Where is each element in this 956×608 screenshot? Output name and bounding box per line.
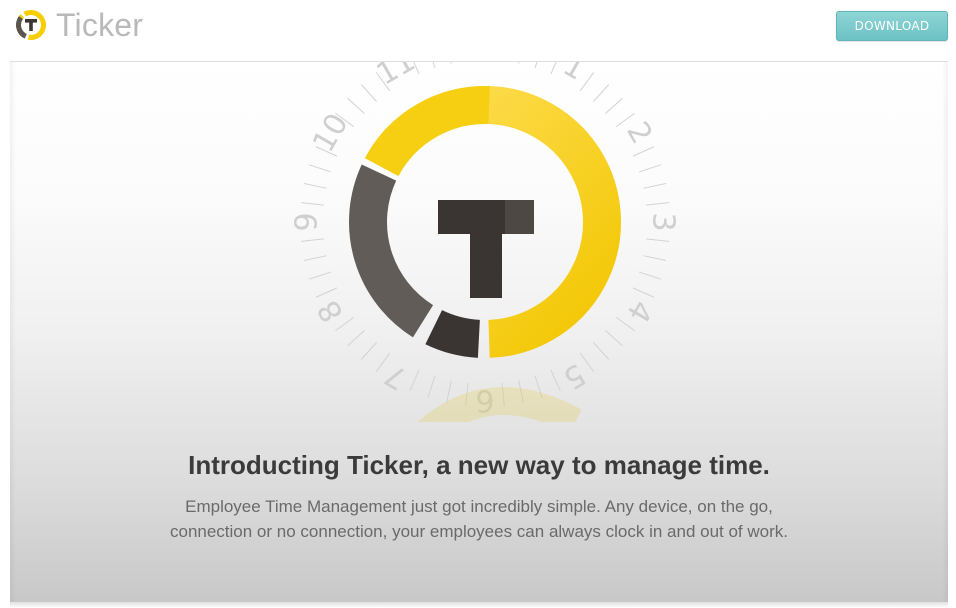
- hero-description: Employee Time Management just got incred…: [129, 494, 829, 544]
- clock-tick: [360, 342, 377, 360]
- clock-tick: [638, 271, 662, 280]
- clock-tick: [300, 238, 324, 242]
- clock-tick: [518, 62, 520, 64]
- clock-tick: [579, 352, 595, 372]
- clock-numeral: 2: [619, 116, 659, 150]
- clock-tick: [409, 369, 420, 392]
- clock-numeral: 8: [311, 294, 351, 328]
- logo-t-icon: [438, 200, 534, 298]
- reflection-arc: [417, 387, 582, 422]
- hero-left-shade: [10, 62, 16, 602]
- clock-tick: [375, 352, 391, 372]
- clock-tick: [615, 316, 635, 332]
- clock-tick: [300, 202, 324, 206]
- clock-numeral: 7: [379, 356, 413, 396]
- clock-tick: [303, 183, 327, 189]
- hero-right-shade: [942, 62, 948, 602]
- clock-tick: [347, 330, 365, 347]
- clock-tick: [308, 164, 332, 173]
- brand-name[interactable]: Ticker: [56, 6, 143, 44]
- clock-numeral: 9: [290, 212, 325, 231]
- clock-numeral: 4: [619, 294, 659, 328]
- clock-tick: [360, 84, 377, 102]
- clock-tick: [646, 238, 670, 242]
- clock-tick: [450, 62, 452, 64]
- hero-headline: Introducting Ticker, a new way to manage…: [188, 450, 770, 480]
- clock-tick: [605, 330, 623, 347]
- clock-numeral: 11: [371, 62, 422, 93]
- header: Ticker DOWNLOAD DEMO: [0, 0, 956, 62]
- clock-tick: [534, 62, 538, 69]
- clock-numeral: 10: [306, 108, 355, 159]
- clock-tick: [643, 183, 667, 189]
- download-demo-button[interactable]: DOWNLOAD DEMO: [836, 11, 948, 61]
- clock-tick: [593, 342, 610, 360]
- clock-tick: [303, 255, 327, 261]
- hero-description-line-1: Employee Time Management just got incred…: [185, 497, 773, 516]
- clock-tick: [427, 375, 436, 399]
- clock-tick: [643, 255, 667, 261]
- hero-description-line-2: connection or no connection, your employ…: [169, 522, 788, 541]
- ring-segment-gray: [349, 164, 434, 338]
- clock-tick: [638, 164, 662, 173]
- clock-tick: [646, 202, 670, 206]
- clock-tick: [315, 287, 338, 298]
- ring-segment-yellow-top: [364, 86, 490, 177]
- ring-segment-dark: [425, 309, 481, 358]
- hero-section: 12 1 2 3 4 5 6 7 8 9 10 11 T Introducting Ticker, a…: [10, 62, 948, 602]
- clock-tick: [632, 287, 655, 298]
- clock-tick: [632, 146, 655, 157]
- clock-tick: [605, 97, 623, 114]
- clock-tick: [432, 62, 436, 69]
- ticker-logo-icon[interactable]: [14, 8, 48, 42]
- clock-numeral: 3: [646, 212, 681, 231]
- clock-tick: [550, 369, 561, 392]
- clock-tick: [550, 62, 557, 75]
- clock-reflection: [417, 387, 582, 422]
- clock-tick: [593, 84, 610, 102]
- clock-tick: [335, 316, 355, 332]
- clock-tick: [579, 72, 595, 92]
- clock-tick: [347, 97, 365, 114]
- hero-bottom-shadow: [10, 602, 948, 608]
- clock-tick: [615, 112, 635, 128]
- clock-tick: [308, 271, 332, 280]
- clock-numeral: 5: [557, 356, 591, 396]
- clock-illustration: 121234567891011 T: [290, 62, 681, 422]
